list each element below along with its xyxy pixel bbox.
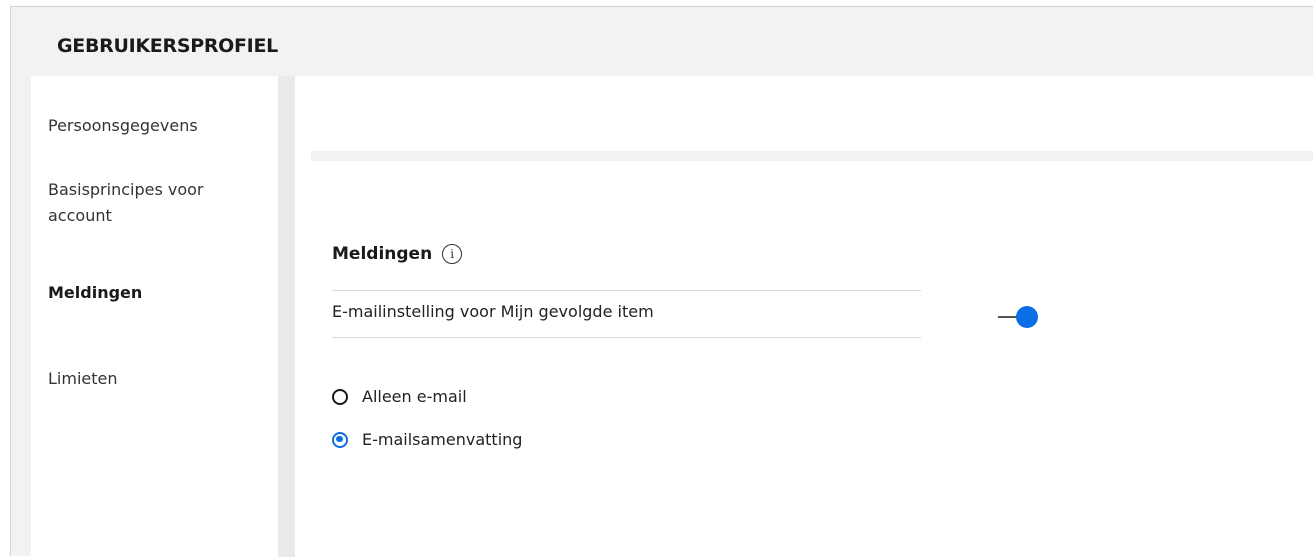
section-divider xyxy=(311,151,1313,161)
sidebar-item-meldingen[interactable]: Meldingen xyxy=(48,280,142,306)
radio-alleen-email[interactable]: Alleen e-mail xyxy=(332,387,467,406)
main-content: Meldingen i E-mailinstelling voor Mijn g… xyxy=(295,76,1313,557)
sidebar-resize-handle[interactable] xyxy=(278,76,295,557)
radio-label: Alleen e-mail xyxy=(362,387,467,406)
email-setting-toggle[interactable] xyxy=(998,306,1038,328)
sidebar-item-limieten[interactable]: Limieten xyxy=(48,366,118,392)
section-title: Meldingen xyxy=(332,244,433,264)
sidebar: Persoonsgegevens Basisprincipes voor acc… xyxy=(31,76,278,557)
section-heading: Meldingen i xyxy=(332,244,463,264)
sidebar-item-persoonsgegevens[interactable]: Persoonsgegevens xyxy=(48,113,198,139)
radio-emailsamenvatting[interactable]: E-mailsamenvatting xyxy=(332,430,522,449)
sidebar-item-basisprincipes[interactable]: Basisprincipes voor account xyxy=(48,177,218,229)
toggle-knob xyxy=(1016,306,1038,328)
radio-button-checked[interactable] xyxy=(332,431,348,448)
app-frame: GEBRUIKERSPROFIEL Persoonsgegevens Basis… xyxy=(10,6,1313,557)
info-icon[interactable]: i xyxy=(442,244,463,264)
radio-button[interactable] xyxy=(332,388,348,405)
setting-row: E-mailinstelling voor Mijn gevolgde item xyxy=(332,290,921,338)
page-title: GEBRUIKERSPROFIEL xyxy=(57,35,278,57)
radio-label: E-mailsamenvatting xyxy=(362,430,523,449)
setting-label: E-mailinstelling voor Mijn gevolgde item xyxy=(332,302,654,321)
